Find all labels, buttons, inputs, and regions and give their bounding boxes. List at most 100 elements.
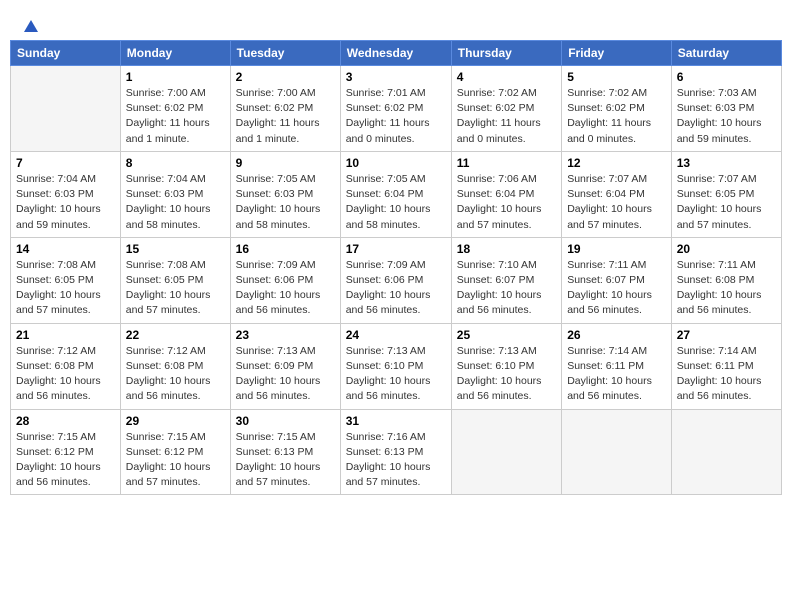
- week-row-2: 14 Sunrise: 7:08 AMSunset: 6:05 PMDayligh…: [11, 237, 782, 323]
- day-number: 24: [346, 328, 446, 342]
- day-info: Sunrise: 7:04 AMSunset: 6:03 PMDaylight:…: [16, 172, 115, 233]
- day-number: 23: [236, 328, 335, 342]
- day-info: Sunrise: 7:15 AMSunset: 6:13 PMDaylight:…: [236, 430, 335, 491]
- day-info: Sunrise: 7:14 AMSunset: 6:11 PMDaylight:…: [677, 344, 776, 405]
- day-number: 8: [126, 156, 225, 170]
- calendar-cell: 29Sunrise: 7:15 AMSunset: 6:12 PMDayligh…: [120, 409, 230, 495]
- day-number: 11: [457, 156, 556, 170]
- day-number: 27: [677, 328, 776, 342]
- calendar-cell: 23 Sunrise: 7:13 AMSunset: 6:09 PMDayligh…: [230, 323, 340, 409]
- day-info: Sunrise: 7:16 AMSunset: 6:13 PMDaylight:…: [346, 430, 446, 491]
- calendar-cell: 22 Sunrise: 7:12 AMSunset: 6:08 PMDayligh…: [120, 323, 230, 409]
- calendar-cell: 31 Sunrise: 7:16 AMSunset: 6:13 PMDayligh…: [340, 409, 451, 495]
- day-info: Sunrise: 7:15 AMSunset: 6:12 PMDaylight:…: [16, 430, 115, 491]
- calendar-cell: 4 Sunrise: 7:02 AMSunset: 6:02 PMDaylight…: [451, 66, 561, 152]
- day-number: 12: [567, 156, 666, 170]
- day-number: 20: [677, 242, 776, 256]
- day-info: Sunrise: 7:12 AMSunset: 6:08 PMDaylight:…: [126, 344, 225, 405]
- day-number: 10: [346, 156, 446, 170]
- calendar-cell: 27 Sunrise: 7:14 AMSunset: 6:11 PMDayligh…: [671, 323, 781, 409]
- calendar-cell: 3 Sunrise: 7:01 AMSunset: 6:02 PMDaylight…: [340, 66, 451, 152]
- day-info: Sunrise: 7:11 AMSunset: 6:07 PMDaylight:…: [567, 258, 666, 319]
- calendar-cell: 13Sunrise: 7:07 AMSunset: 6:05 PMDayligh…: [671, 151, 781, 237]
- day-info: Sunrise: 7:08 AMSunset: 6:05 PMDaylight:…: [16, 258, 115, 319]
- day-info: Sunrise: 7:11 AMSunset: 6:08 PMDaylight:…: [677, 258, 776, 319]
- day-info: Sunrise: 7:05 AMSunset: 6:03 PMDaylight:…: [236, 172, 335, 233]
- week-row-0: 1 Sunrise: 7:00 AMSunset: 6:02 PMDaylight…: [11, 66, 782, 152]
- day-number: 7: [16, 156, 115, 170]
- day-number: 1: [126, 70, 225, 84]
- page-header: [10, 10, 782, 32]
- calendar-cell: [451, 409, 561, 495]
- calendar-cell: 18Sunrise: 7:10 AMSunset: 6:07 PMDayligh…: [451, 237, 561, 323]
- day-number: 15: [126, 242, 225, 256]
- weekday-wednesday: Wednesday: [340, 41, 451, 66]
- calendar-cell: 16Sunrise: 7:09 AMSunset: 6:06 PMDayligh…: [230, 237, 340, 323]
- calendar-cell: 28 Sunrise: 7:15 AMSunset: 6:12 PMDayligh…: [11, 409, 121, 495]
- weekday-monday: Monday: [120, 41, 230, 66]
- calendar-cell: 21Sunrise: 7:12 AMSunset: 6:08 PMDayligh…: [11, 323, 121, 409]
- day-info: Sunrise: 7:07 AMSunset: 6:04 PMDaylight:…: [567, 172, 666, 233]
- calendar-cell: 14 Sunrise: 7:08 AMSunset: 6:05 PMDayligh…: [11, 237, 121, 323]
- calendar-cell: [562, 409, 672, 495]
- day-info: Sunrise: 7:07 AMSunset: 6:05 PMDaylight:…: [677, 172, 776, 233]
- calendar-cell: 17Sunrise: 7:09 AMSunset: 6:06 PMDayligh…: [340, 237, 451, 323]
- calendar-cell: 15 Sunrise: 7:08 AMSunset: 6:05 PMDayligh…: [120, 237, 230, 323]
- calendar-cell: 2Sunrise: 7:00 AMSunset: 6:02 PMDaylight…: [230, 66, 340, 152]
- calendar-cell: 25Sunrise: 7:13 AMSunset: 6:10 PMDayligh…: [451, 323, 561, 409]
- day-info: Sunrise: 7:04 AMSunset: 6:03 PMDaylight:…: [126, 172, 225, 233]
- calendar-cell: 10Sunrise: 7:05 AMSunset: 6:04 PMDayligh…: [340, 151, 451, 237]
- calendar-table: SundayMondayTuesdayWednesdayThursdayFrid…: [10, 40, 782, 495]
- calendar-cell: 6Sunrise: 7:03 AMSunset: 6:03 PMDaylight…: [671, 66, 781, 152]
- calendar-cell: 9 Sunrise: 7:05 AMSunset: 6:03 PMDaylight…: [230, 151, 340, 237]
- day-info: Sunrise: 7:13 AMSunset: 6:09 PMDaylight:…: [236, 344, 335, 405]
- calendar-cell: 20 Sunrise: 7:11 AMSunset: 6:08 PMDayligh…: [671, 237, 781, 323]
- weekday-friday: Friday: [562, 41, 672, 66]
- day-info: Sunrise: 7:00 AMSunset: 6:02 PMDaylight:…: [126, 86, 225, 147]
- day-info: Sunrise: 7:01 AMSunset: 6:02 PMDaylight:…: [346, 86, 446, 147]
- day-info: Sunrise: 7:00 AMSunset: 6:02 PMDaylight:…: [236, 86, 335, 147]
- day-info: Sunrise: 7:09 AMSunset: 6:06 PMDaylight:…: [346, 258, 446, 319]
- calendar-cell: 5Sunrise: 7:02 AMSunset: 6:02 PMDaylight…: [562, 66, 672, 152]
- day-number: 29: [126, 414, 225, 428]
- calendar-cell: 8 Sunrise: 7:04 AMSunset: 6:03 PMDaylight…: [120, 151, 230, 237]
- day-info: Sunrise: 7:02 AMSunset: 6:02 PMDaylight:…: [567, 86, 666, 147]
- logo: [20, 18, 40, 32]
- calendar-cell: 26 Sunrise: 7:14 AMSunset: 6:11 PMDayligh…: [562, 323, 672, 409]
- day-number: 4: [457, 70, 556, 84]
- day-info: Sunrise: 7:02 AMSunset: 6:02 PMDaylight:…: [457, 86, 556, 147]
- day-number: 31: [346, 414, 446, 428]
- day-info: Sunrise: 7:06 AMSunset: 6:04 PMDaylight:…: [457, 172, 556, 233]
- weekday-header-row: SundayMondayTuesdayWednesdayThursdayFrid…: [11, 41, 782, 66]
- calendar-cell: 30 Sunrise: 7:15 AMSunset: 6:13 PMDayligh…: [230, 409, 340, 495]
- day-info: Sunrise: 7:13 AMSunset: 6:10 PMDaylight:…: [346, 344, 446, 405]
- day-number: 9: [236, 156, 335, 170]
- day-number: 21: [16, 328, 115, 342]
- day-number: 14: [16, 242, 115, 256]
- day-info: Sunrise: 7:08 AMSunset: 6:05 PMDaylight:…: [126, 258, 225, 319]
- calendar-cell: 7 Sunrise: 7:04 AMSunset: 6:03 PMDaylight…: [11, 151, 121, 237]
- calendar-cell: 12 Sunrise: 7:07 AMSunset: 6:04 PMDayligh…: [562, 151, 672, 237]
- weekday-tuesday: Tuesday: [230, 41, 340, 66]
- week-row-1: 7 Sunrise: 7:04 AMSunset: 6:03 PMDaylight…: [11, 151, 782, 237]
- weekday-sunday: Sunday: [11, 41, 121, 66]
- calendar-cell: 1 Sunrise: 7:00 AMSunset: 6:02 PMDaylight…: [120, 66, 230, 152]
- day-number: 19: [567, 242, 666, 256]
- day-number: 26: [567, 328, 666, 342]
- day-number: 3: [346, 70, 446, 84]
- day-number: 22: [126, 328, 225, 342]
- day-number: 25: [457, 328, 556, 342]
- day-info: Sunrise: 7:10 AMSunset: 6:07 PMDaylight:…: [457, 258, 556, 319]
- day-number: 28: [16, 414, 115, 428]
- day-number: 30: [236, 414, 335, 428]
- calendar-cell: [671, 409, 781, 495]
- calendar-cell: 24 Sunrise: 7:13 AMSunset: 6:10 PMDayligh…: [340, 323, 451, 409]
- day-info: Sunrise: 7:14 AMSunset: 6:11 PMDaylight:…: [567, 344, 666, 405]
- calendar-cell: 11 Sunrise: 7:06 AMSunset: 6:04 PMDayligh…: [451, 151, 561, 237]
- week-row-3: 21 Sunrise: 7:12 AMSunset: 6:08 PMDayligh…: [11, 323, 782, 409]
- weekday-saturday: Saturday: [671, 41, 781, 66]
- day-info: Sunrise: 7:03 AMSunset: 6:03 PMDaylight:…: [677, 86, 776, 147]
- weekday-thursday: Thursday: [451, 41, 561, 66]
- calendar-cell: [11, 66, 121, 152]
- day-number: 16: [236, 242, 335, 256]
